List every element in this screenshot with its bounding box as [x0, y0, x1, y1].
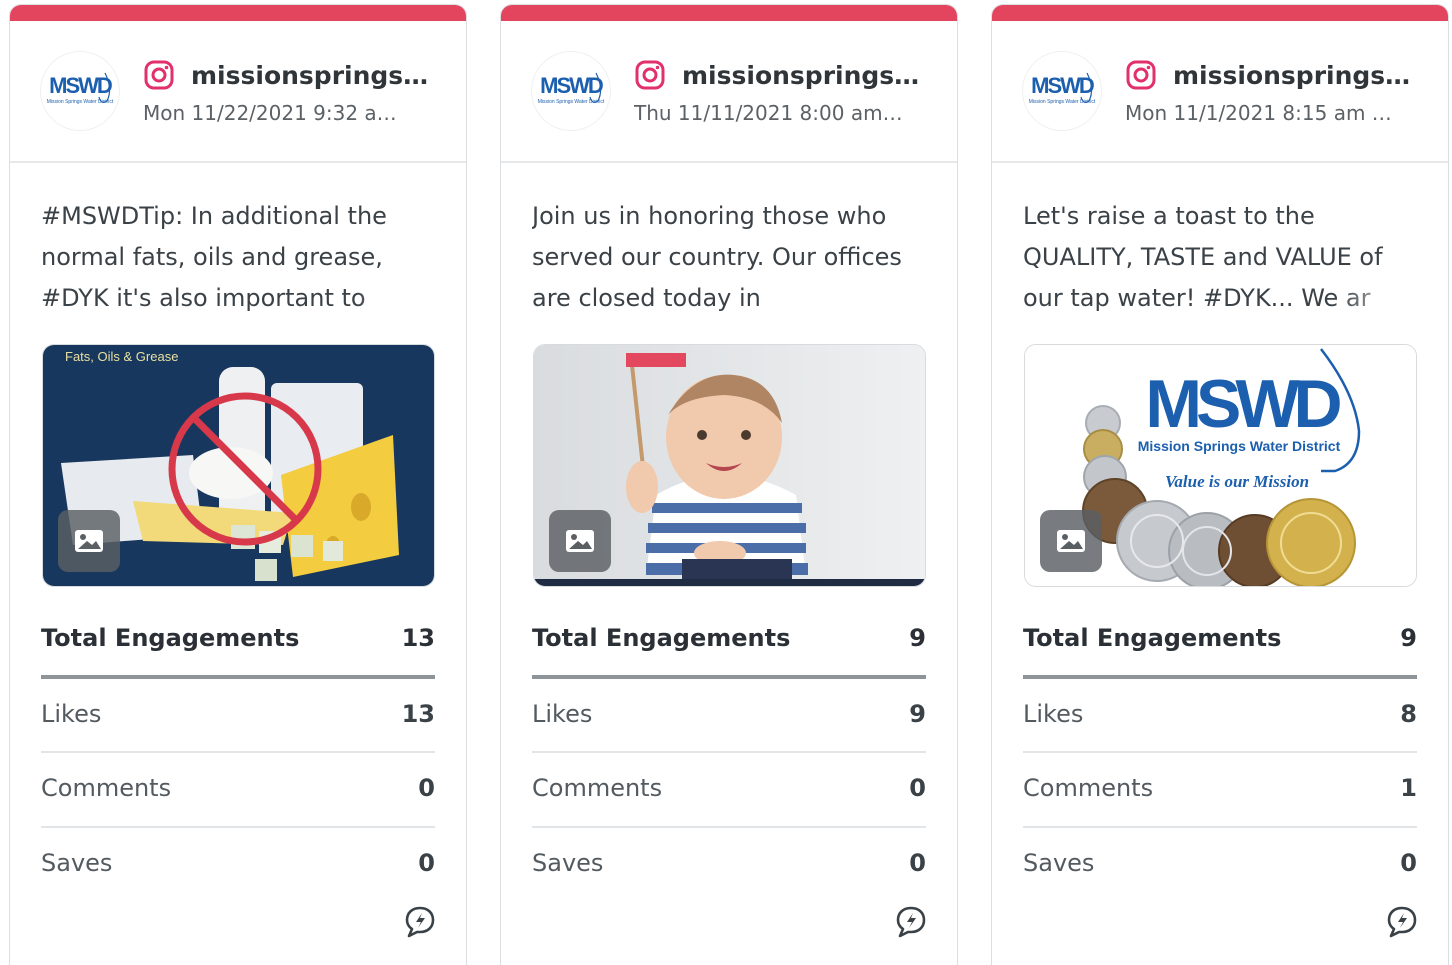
card-accent-bar — [10, 5, 466, 21]
comments-row: Comments 0 — [532, 774, 926, 802]
post-image[interactable]: Fats, Oils & Grease — [42, 344, 435, 587]
total-engagements-row: Total Engagements 9 — [1023, 624, 1417, 652]
divider — [41, 751, 435, 753]
post-image[interactable] — [533, 344, 926, 587]
total-engagements-label: Total Engagements — [41, 624, 300, 652]
divider — [532, 826, 926, 828]
saves-value: 0 — [418, 849, 435, 877]
likes-label: Likes — [41, 700, 102, 728]
avatar: MSWD Mission Springs Water District — [40, 51, 120, 131]
boost-post-icon[interactable] — [1386, 905, 1418, 939]
likes-value: 9 — [909, 700, 926, 728]
post-date: Mon 11/22/2021 9:32 a… — [143, 101, 397, 125]
card-header: MSWD Mission Springs Water District miss… — [992, 21, 1448, 163]
total-engagements-value: 13 — [401, 624, 435, 652]
svg-text:MSWD: MSWD — [49, 73, 112, 98]
svg-text:MSWD: MSWD — [540, 73, 603, 98]
divider — [41, 826, 435, 828]
post-date: Mon 11/1/2021 8:15 am … — [1125, 101, 1392, 125]
saves-row: Saves 0 — [532, 849, 926, 877]
comments-label: Comments — [532, 774, 663, 802]
total-engagements-label: Total Engagements — [1023, 624, 1282, 652]
instagram-icon — [144, 60, 174, 90]
boost-post-icon[interactable] — [404, 905, 436, 939]
total-engagements-label: Total Engagements — [532, 624, 791, 652]
account-name[interactable]: missionsprings… — [191, 59, 436, 93]
likes-row: Likes 9 — [532, 700, 926, 728]
comments-row: Comments 1 — [1023, 774, 1417, 802]
svg-text:MSWD: MSWD — [1145, 366, 1340, 442]
image-icon — [58, 510, 120, 572]
divider — [532, 675, 926, 679]
post-card[interactable]: MSWD Mission Springs Water District miss… — [500, 4, 958, 965]
saves-row: Saves 0 — [41, 849, 435, 877]
post-caption: Let's raise a toast to the QUALITY, TAST… — [1023, 196, 1418, 320]
image-icon — [1040, 510, 1102, 572]
saves-value: 0 — [1400, 849, 1417, 877]
divider — [1023, 751, 1417, 753]
svg-text:MSWD: MSWD — [1031, 73, 1094, 98]
svg-text:Mission Springs Water District: Mission Springs Water District — [1138, 438, 1341, 454]
divider — [1023, 675, 1417, 679]
likes-row: Likes 8 — [1023, 700, 1417, 728]
avatar: MSWD Mission Springs Water District — [1022, 51, 1102, 131]
post-caption: #MSWDTip: In additional the normal fats,… — [41, 196, 436, 320]
likes-row: Likes 13 — [41, 700, 435, 728]
saves-label: Saves — [1023, 849, 1095, 877]
saves-value: 0 — [909, 849, 926, 877]
comments-value: 0 — [418, 774, 435, 802]
saves-label: Saves — [41, 849, 113, 877]
card-header: MSWD Mission Springs Water District miss… — [10, 21, 466, 163]
boost-post-icon[interactable] — [895, 905, 927, 939]
post-caption: Join us in honoring those who served our… — [532, 202, 902, 312]
card-accent-bar — [501, 5, 957, 21]
total-engagements-value: 9 — [909, 624, 926, 652]
comments-row: Comments 0 — [41, 774, 435, 802]
post-card[interactable]: MSWD Mission Springs Water District miss… — [991, 4, 1449, 965]
account-name[interactable]: missionsprings… — [682, 59, 927, 93]
saves-row: Saves 0 — [1023, 849, 1417, 877]
divider — [1023, 826, 1417, 828]
instagram-icon — [1126, 60, 1156, 90]
svg-text:Fats, Oils & Grease: Fats, Oils & Grease — [65, 349, 178, 364]
comments-value: 0 — [909, 774, 926, 802]
account-name[interactable]: missionsprings… — [1173, 59, 1418, 93]
total-engagements-row: Total Engagements 9 — [532, 624, 926, 652]
post-card[interactable]: MSWD Mission Springs Water District miss… — [9, 4, 467, 965]
instagram-icon — [635, 60, 665, 90]
image-icon — [549, 510, 611, 572]
likes-value: 13 — [401, 700, 435, 728]
avatar: MSWD Mission Springs Water District — [531, 51, 611, 131]
svg-text:Value is our Mission: Value is our Mission — [1165, 472, 1309, 491]
likes-label: Likes — [532, 700, 593, 728]
likes-label: Likes — [1023, 700, 1084, 728]
saves-label: Saves — [532, 849, 604, 877]
divider — [41, 675, 435, 679]
likes-value: 8 — [1400, 700, 1417, 728]
comments-value: 1 — [1400, 774, 1417, 802]
comments-label: Comments — [1023, 774, 1154, 802]
post-image[interactable]: MSWD Mission Springs Water District Valu… — [1024, 344, 1417, 587]
divider — [532, 751, 926, 753]
total-engagements-row: Total Engagements 13 — [41, 624, 435, 652]
card-header: MSWD Mission Springs Water District miss… — [501, 21, 957, 163]
total-engagements-value: 9 — [1400, 624, 1417, 652]
post-date: Thu 11/11/2021 8:00 am… — [634, 101, 903, 125]
comments-label: Comments — [41, 774, 172, 802]
card-accent-bar — [992, 5, 1448, 21]
